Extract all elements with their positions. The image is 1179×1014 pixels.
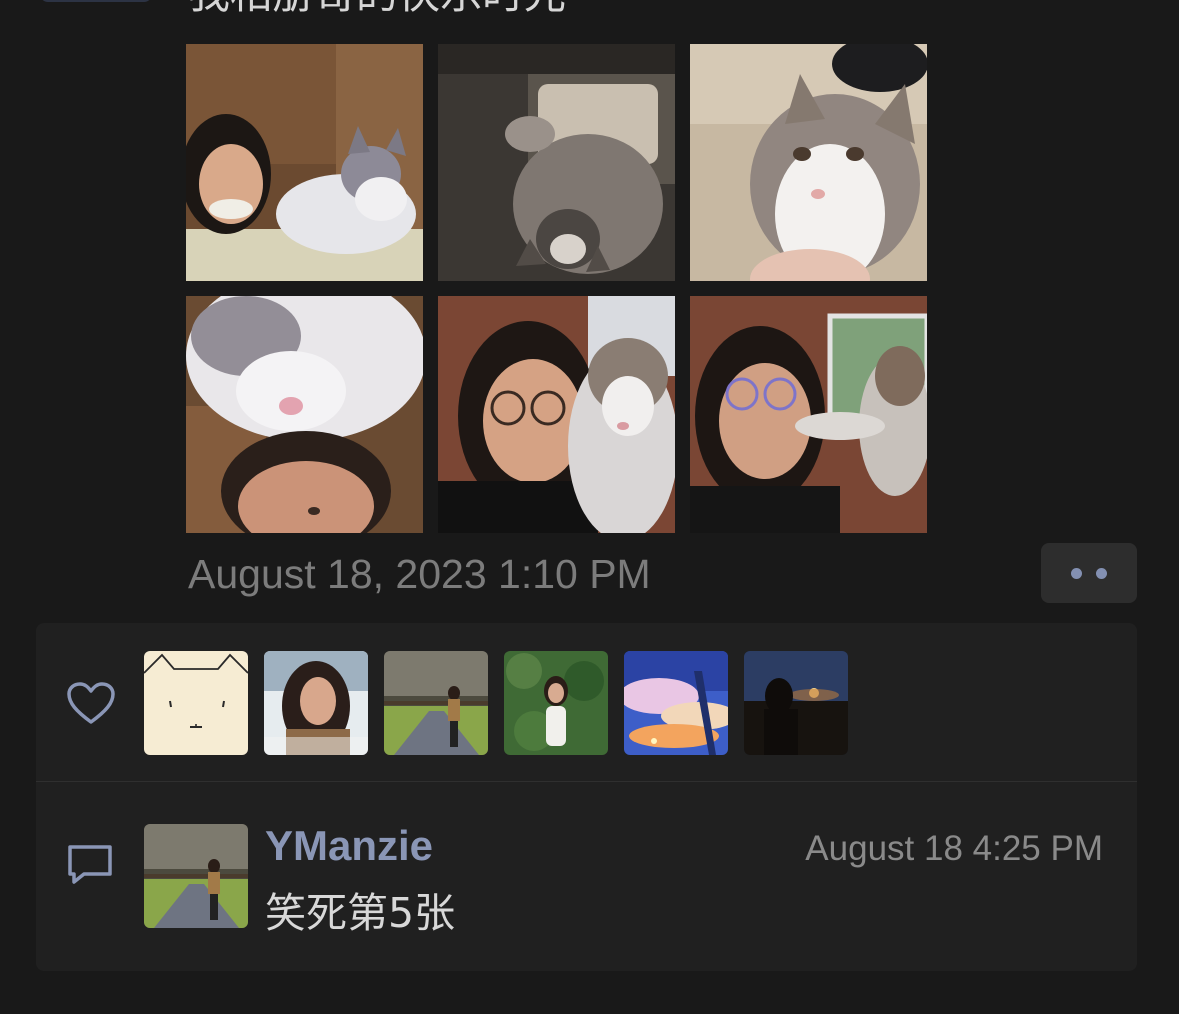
woman-snow-avatar-icon bbox=[264, 651, 368, 755]
like-avatar-3[interactable] bbox=[384, 651, 488, 755]
photo-4[interactable] bbox=[186, 296, 423, 533]
comment-text: 笑死第5张 bbox=[265, 889, 456, 937]
photo-cat-on-head-icon bbox=[186, 296, 423, 533]
likes-row bbox=[36, 623, 1137, 781]
post-caption: 我相册哥的快乐时光 bbox=[188, 0, 566, 16]
photo-grid bbox=[186, 44, 927, 533]
comment-author-avatar[interactable] bbox=[144, 824, 248, 928]
photo-cat-lying-icon bbox=[438, 44, 675, 281]
more-dots-icon bbox=[1096, 567, 1107, 579]
comment-icon bbox=[68, 845, 112, 884]
poster-avatar[interactable] bbox=[40, 0, 152, 2]
photo-6[interactable] bbox=[690, 296, 927, 533]
cartoon-cat-avatar-icon bbox=[144, 651, 248, 755]
woman-garden-avatar-icon bbox=[504, 651, 608, 755]
post-timestamp: August 18, 2023 1:10 PM bbox=[188, 551, 651, 597]
like-avatar-5[interactable] bbox=[624, 651, 728, 755]
comment-timestamp: August 18 4:25 PM bbox=[805, 829, 1103, 868]
interaction-panel: YManzie August 18 4:25 PM 笑死第5张 bbox=[36, 623, 1137, 971]
more-dots-icon bbox=[1071, 567, 1082, 579]
like-avatar-2[interactable] bbox=[264, 651, 368, 755]
photo-cat-closeup-icon bbox=[690, 44, 927, 281]
woman-path-avatar-icon bbox=[384, 651, 488, 755]
photo-2[interactable] bbox=[438, 44, 675, 281]
more-button[interactable] bbox=[1041, 543, 1137, 603]
like-avatar-4[interactable] bbox=[504, 651, 608, 755]
woman-path-avatar-icon bbox=[144, 824, 248, 928]
photo-cat-pawing-face-icon bbox=[690, 296, 927, 533]
photo-selfie-with-cat-icon bbox=[438, 296, 675, 533]
photo-cat-woman-bed-icon bbox=[186, 44, 423, 281]
photo-5[interactable] bbox=[438, 296, 675, 533]
moment-post: 我相册哥的快乐时光 bbox=[0, 0, 1179, 1014]
anime-sky-avatar-icon bbox=[624, 651, 728, 755]
comment-item[interactable]: YManzie August 18 4:25 PM 笑死第5张 bbox=[36, 782, 1137, 971]
heart-icon bbox=[67, 682, 115, 724]
like-avatar-6[interactable] bbox=[744, 651, 848, 755]
like-avatar-1[interactable] bbox=[144, 651, 248, 755]
sunset-silhouette-avatar-icon bbox=[744, 651, 848, 755]
photo-3[interactable] bbox=[690, 44, 927, 281]
comment-author-name[interactable]: YManzie bbox=[265, 822, 433, 870]
photo-1[interactable] bbox=[186, 44, 423, 281]
